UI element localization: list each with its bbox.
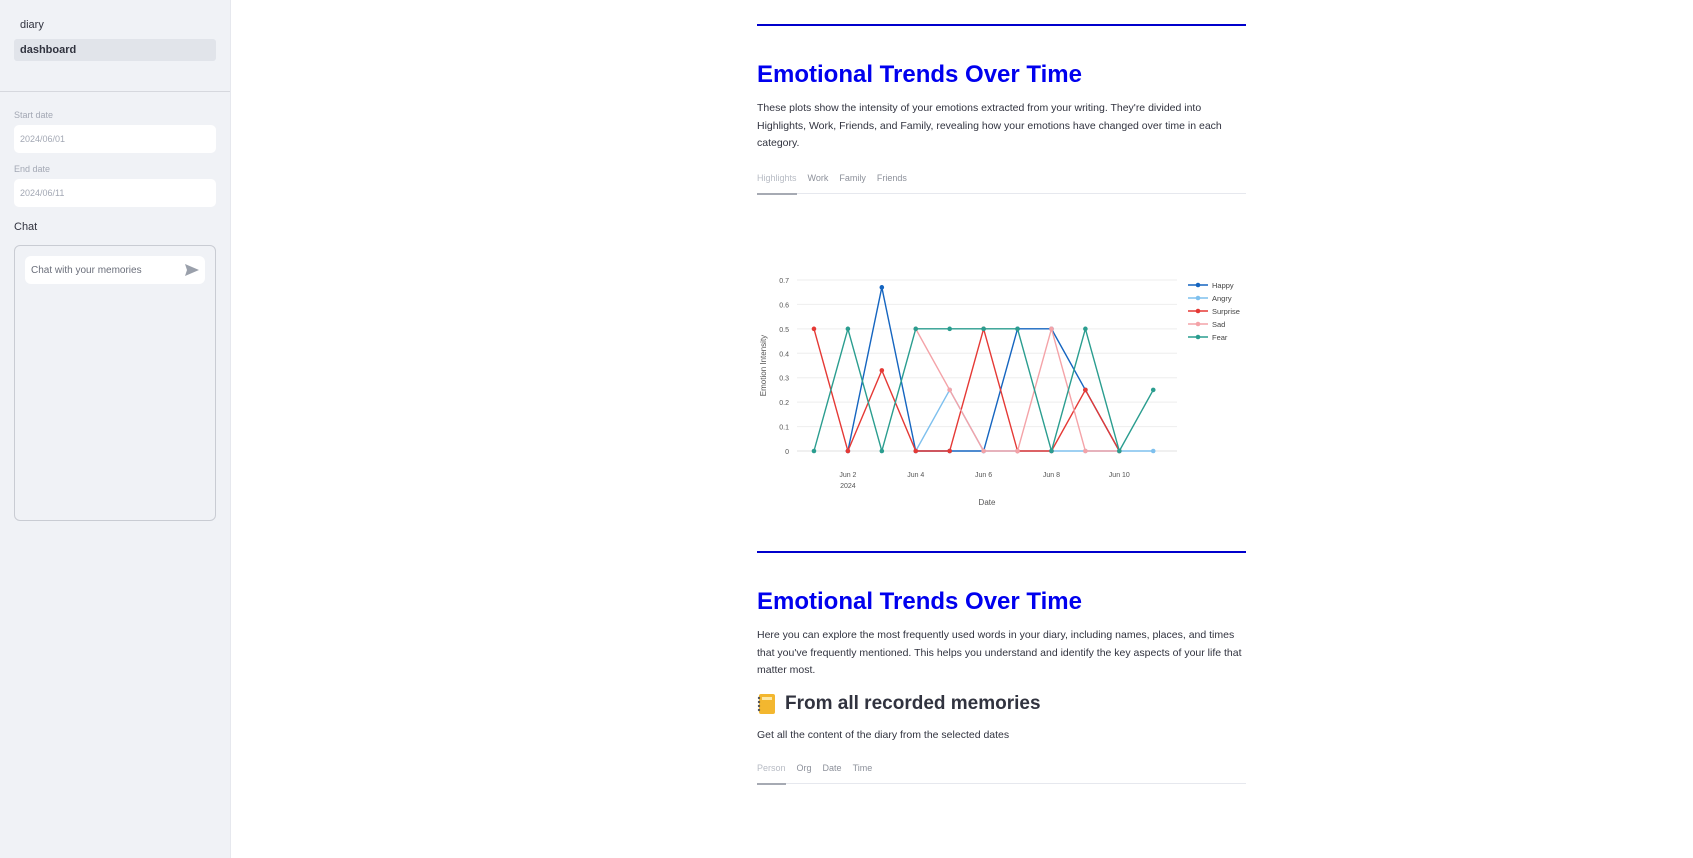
sidebar-form: Start date 2024/06/01 End date 2024/06/1… (0, 110, 230, 521)
main-content-lower: Emotional Trends Over Time Here you can … (757, 551, 1246, 785)
y-tick-label: 0.2 (779, 400, 789, 407)
y-axis-title: Emotion Intensity (759, 335, 768, 396)
subheading: From all recorded memories (757, 693, 1246, 715)
emotion-tabs: Highlights Work Family Friends (757, 171, 1246, 195)
data-point-surprise (879, 368, 885, 373)
data-point-angry (1150, 448, 1156, 454)
nav-item-dashboard[interactable]: dashboard (14, 39, 216, 61)
data-point-sad (947, 387, 952, 393)
entity-tabs: Person Org Date Time (757, 761, 1246, 785)
legend-label-surprise: Surprise (1212, 307, 1240, 316)
section-title: Emotional Trends Over Time (757, 588, 1082, 615)
chat-container: Chat with your memories (14, 245, 216, 521)
data-point-fear (981, 326, 986, 332)
start-date-label: Start date (14, 110, 54, 120)
legend-label-happy: Happy (1212, 281, 1234, 290)
data-point-sad (981, 448, 986, 454)
x-tick-label: Jun 6 (975, 472, 992, 479)
section-divider (757, 551, 1246, 553)
tab-time[interactable]: Time (853, 761, 873, 783)
end-date-input[interactable]: 2024/06/11 (14, 179, 216, 207)
nav-item-diary[interactable]: diary (14, 14, 216, 36)
data-point-sad (1083, 448, 1088, 454)
data-point-fear (1049, 448, 1054, 454)
section-description: These plots show the intensity of your e… (757, 102, 1222, 149)
legend-marker-angry (1195, 295, 1201, 301)
main-content: Emotional Trends Over Time These plots s… (757, 0, 1246, 195)
chat-input-placeholder: Chat with your memories (31, 264, 142, 276)
data-point-fear (1150, 387, 1156, 393)
series-line-surprise (813, 326, 1120, 454)
x-tick-label: Jun 8 (1043, 472, 1060, 479)
data-point-surprise (913, 448, 919, 454)
data-point-fear (1083, 326, 1088, 332)
data-point-surprise (1083, 387, 1088, 393)
end-date-label: End date (14, 164, 51, 174)
x-tick-label: Jun 4 (907, 472, 924, 479)
emotion-chart-svg: 0 0.1 0.2 0.3 0.4 0.5 0.6 0.7 Jun 2 2024 Jun 4 Jun … (759, 278, 1240, 507)
legend-marker-fear (1195, 334, 1201, 340)
sidebar: diary dashboard Start date 2024/06/01 En… (0, 0, 231, 858)
legend-marker-surprise (1195, 308, 1201, 314)
data-point-fear (913, 326, 919, 332)
tab-friends[interactable]: Friends (877, 171, 907, 193)
y-tick-label: 0.6 (779, 302, 789, 309)
section-description: Here you can explore the most frequently… (757, 629, 1242, 676)
tab-family[interactable]: Family (839, 171, 866, 193)
y-tick-label: 0.4 (779, 351, 789, 358)
data-point-fear (879, 448, 885, 454)
tab-org[interactable]: Org (797, 761, 812, 783)
data-point-happy (879, 285, 885, 290)
section-title: Emotional Trends Over Time (757, 61, 1082, 88)
x-tick-sublabel: 2024 (840, 483, 856, 490)
subheading-text: From all recorded memories (785, 692, 1041, 714)
data-point-surprise (811, 326, 817, 332)
series-line-sad (915, 326, 1120, 452)
x-tick-label: Jun 2 (839, 472, 856, 479)
tab-date[interactable]: Date (823, 761, 842, 783)
y-tick-label: 0.5 (779, 327, 789, 334)
section-divider (757, 24, 1246, 26)
y-tick-label: 0.3 (779, 376, 789, 383)
tab-work[interactable]: Work (808, 171, 829, 193)
data-point-surprise (845, 448, 851, 454)
series-line-fear (813, 326, 1154, 454)
sidebar-nav: diary dashboard (0, 0, 230, 78)
x-tick-label: Jun 10 (1109, 472, 1130, 479)
series-line-angry (915, 388, 1154, 452)
data-point-fear (811, 448, 817, 454)
y-tick-label: 0 (785, 449, 789, 456)
chat-label: Chat (14, 221, 38, 233)
send-icon[interactable] (185, 264, 199, 276)
sidebar-divider (0, 91, 230, 92)
data-point-surprise (947, 448, 952, 454)
x-axis-title: Date (979, 498, 996, 507)
data-point-fear (1117, 448, 1122, 454)
data-point-fear (947, 326, 952, 332)
emotion-chart: 0 0.1 0.2 0.3 0.4 0.5 0.6 0.7 Jun 2 2024 Jun 4 Jun … (757, 265, 1246, 515)
tab-person[interactable]: Person (757, 761, 786, 785)
legend-label-angry: Angry (1212, 294, 1232, 303)
subcaption: Get all the content of the diary from th… (757, 728, 1010, 741)
tab-highlights[interactable]: Highlights (757, 171, 797, 195)
y-tick-label: 0.1 (779, 425, 789, 432)
data-point-sad (1015, 448, 1020, 454)
legend-label-fear: Fear (1212, 333, 1228, 342)
legend-marker-happy (1195, 282, 1201, 288)
start-date-input[interactable]: 2024/06/01 (14, 125, 216, 153)
chat-input[interactable]: Chat with your memories (25, 256, 205, 284)
notebook-icon (757, 693, 775, 714)
data-point-sad (1049, 326, 1054, 332)
legend-marker-sad (1195, 321, 1201, 327)
y-tick-label: 0.7 (779, 278, 789, 285)
legend-label-sad: Sad (1212, 320, 1225, 329)
data-point-fear (845, 326, 851, 332)
data-point-fear (1015, 326, 1020, 332)
